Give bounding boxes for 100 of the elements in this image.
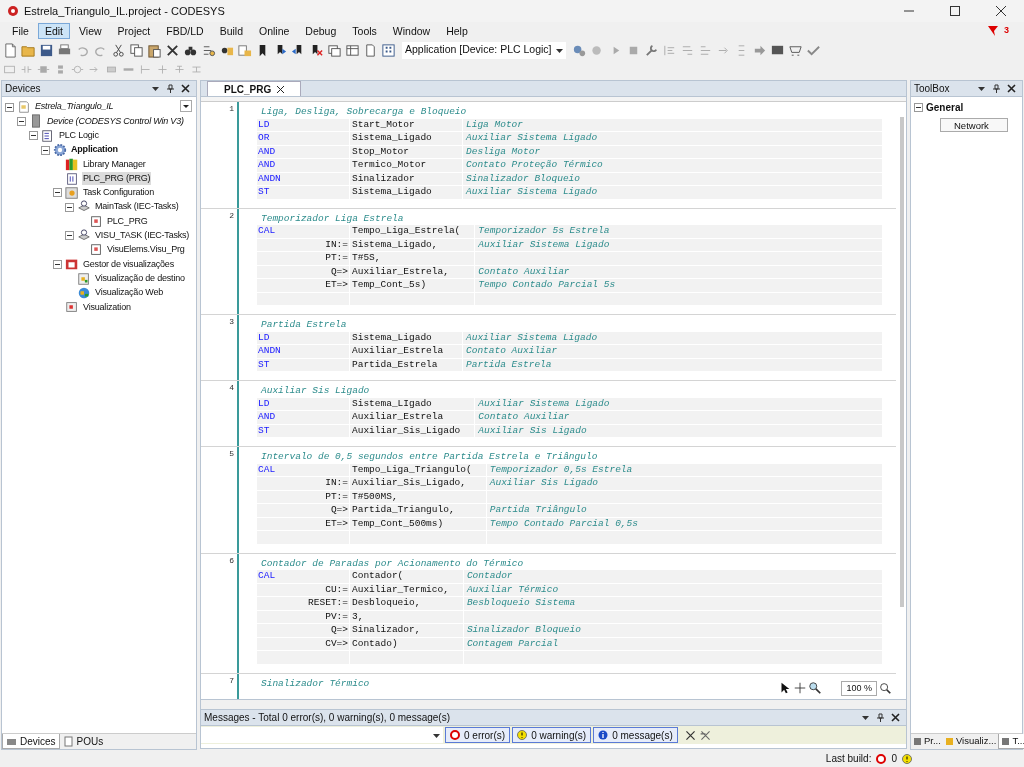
magnifier-icon[interactable] <box>808 681 823 696</box>
new-file-icon[interactable] <box>3 42 18 58</box>
error-icon <box>450 730 460 740</box>
menu-item[interactable]: Window <box>385 23 438 39</box>
tree-item[interactable]: Task Configuration <box>82 186 155 200</box>
tree-item[interactable]: PLC_PRG (PRG) <box>82 171 152 186</box>
menu-item[interactable]: Help <box>439 23 475 39</box>
grid-icon[interactable] <box>381 42 396 58</box>
message-filter-toggle[interactable]: 0 message(s) <box>593 727 678 743</box>
dropdown-caret-icon[interactable] <box>977 84 986 93</box>
panel-tab[interactable]: POUs <box>59 734 107 749</box>
expander-icon[interactable] <box>17 116 26 126</box>
network-comment: Partida Estrela <box>260 318 347 332</box>
menu-item[interactable]: Project <box>110 23 158 39</box>
dropdown-caret-icon[interactable] <box>861 713 870 722</box>
close-icon[interactable] <box>277 85 285 93</box>
expander-icon[interactable] <box>53 259 62 269</box>
tree-item[interactable]: MainTask (IEC-Tasks) <box>94 200 180 214</box>
expander-icon[interactable] <box>65 202 74 212</box>
operator-keyword: LD <box>257 397 349 410</box>
close-icon[interactable] <box>1007 84 1016 93</box>
close-icon[interactable] <box>891 713 900 722</box>
menu-item[interactable]: Edit <box>37 23 70 39</box>
message-filter-toggle[interactable]: 0 warning(s) <box>512 727 592 743</box>
windows-icon[interactable] <box>327 42 342 58</box>
operator-keyword: CAL <box>257 463 349 476</box>
tree-item[interactable]: Visualização Web <box>94 286 164 300</box>
panel-tab[interactable]: Pr... <box>911 734 943 749</box>
editor-tab[interactable]: PLC_PRG <box>207 81 302 96</box>
program-call-icon[interactable] <box>89 214 103 229</box>
expander-icon[interactable] <box>5 102 14 112</box>
visualization-target-icon[interactable] <box>77 271 91 286</box>
menu-item[interactable]: File <box>5 23 36 39</box>
save-icon[interactable] <box>39 42 54 58</box>
tree-item[interactable]: Library Manager <box>82 157 147 172</box>
visualization-icon[interactable] <box>65 300 79 315</box>
expander-icon[interactable] <box>41 145 50 155</box>
close-icon[interactable] <box>181 84 190 93</box>
books-icon[interactable] <box>65 157 79 172</box>
parameter-name: Q=> <box>257 624 349 637</box>
collapse-icon[interactable] <box>914 103 923 112</box>
program-call-icon[interactable] <box>89 243 103 258</box>
zoom-level-field[interactable]: 100 % <box>841 680 877 696</box>
application-dropdown[interactable]: Application [Device: PLC Logic] <box>402 41 566 59</box>
close-icon[interactable] <box>996 6 1006 16</box>
comment-cell: Partida Estrela <box>463 358 882 371</box>
flag-icon[interactable] <box>987 25 999 37</box>
pin-icon[interactable] <box>876 713 885 722</box>
menu-item[interactable]: View <box>72 23 109 39</box>
tree-item[interactable]: Visualization <box>82 300 132 315</box>
paste-icon[interactable] <box>147 42 162 58</box>
task-stack-icon[interactable] <box>77 228 91 243</box>
tree-item[interactable]: PLC_PRG <box>106 214 149 229</box>
message-filter-toggle[interactable]: 0 error(s) <box>445 727 511 743</box>
panel-tab[interactable]: Devices <box>2 734 60 749</box>
menu-item[interactable]: Debug <box>298 23 344 39</box>
tree-item[interactable]: PLC Logic <box>58 129 100 143</box>
tree-item[interactable]: Estrela_Triangulo_IL <box>34 100 115 114</box>
toolbox-group[interactable]: General <box>926 100 964 115</box>
scissors-icon[interactable] <box>111 42 126 58</box>
error-count: 0 <box>891 752 897 766</box>
menu-item[interactable]: Online <box>252 23 297 39</box>
gear-icon[interactable] <box>53 143 67 158</box>
copy-icon[interactable] <box>129 42 144 58</box>
device-icon[interactable] <box>29 114 43 129</box>
toolbox-item[interactable]: Network <box>940 118 1008 132</box>
panel-tab[interactable]: Visualiz... <box>942 734 999 749</box>
page-icon[interactable] <box>363 42 378 58</box>
table-icon[interactable] <box>345 42 360 58</box>
menu-item[interactable]: FBD/LD <box>159 23 211 39</box>
pin-icon[interactable] <box>166 84 175 93</box>
wrench-icon[interactable] <box>643 42 659 58</box>
menu-item[interactable]: Tools <box>345 23 384 39</box>
program-page-icon[interactable] <box>65 171 79 186</box>
tree-item[interactable]: Device (CODESYS Control Win V3) <box>46 114 185 129</box>
tree-item[interactable]: Visualização de destino <box>94 271 186 286</box>
delete-icon[interactable] <box>165 42 180 58</box>
operand-cell: Tempo_Liga_Triangulo( <box>350 463 486 476</box>
logic-page-icon[interactable] <box>41 128 55 143</box>
tree-item[interactable]: VISU_TASK (IEC-Tasks) <box>94 229 191 243</box>
tree-item[interactable]: Gestor de visualizações <box>82 257 175 272</box>
clear-list-icon[interactable] <box>698 728 712 742</box>
dropdown-caret-icon[interactable] <box>151 84 160 93</box>
operator-keyword: CAL <box>257 570 349 583</box>
expander-icon[interactable] <box>29 131 38 141</box>
expander-icon[interactable] <box>53 188 62 198</box>
pin-icon[interactable] <box>992 84 1001 93</box>
globe-icon[interactable] <box>77 286 91 300</box>
visualization-manager-icon[interactable] <box>65 257 79 272</box>
menu-item[interactable]: Build <box>212 23 250 39</box>
close-icon[interactable] <box>683 728 697 742</box>
zoom-icon[interactable] <box>878 681 892 696</box>
tree-item[interactable]: Application <box>70 143 119 157</box>
expander-icon[interactable] <box>65 231 74 241</box>
notification-count: 3 <box>1004 24 1009 38</box>
panel-tab[interactable]: T... <box>998 734 1024 749</box>
operand-cell: Desbloqueio, <box>350 597 463 610</box>
dropdown-button-icon[interactable] <box>180 100 192 112</box>
tree-item[interactable]: VisuElems.Visu_Prg <box>106 243 186 257</box>
maximize-icon[interactable] <box>950 6 960 16</box>
